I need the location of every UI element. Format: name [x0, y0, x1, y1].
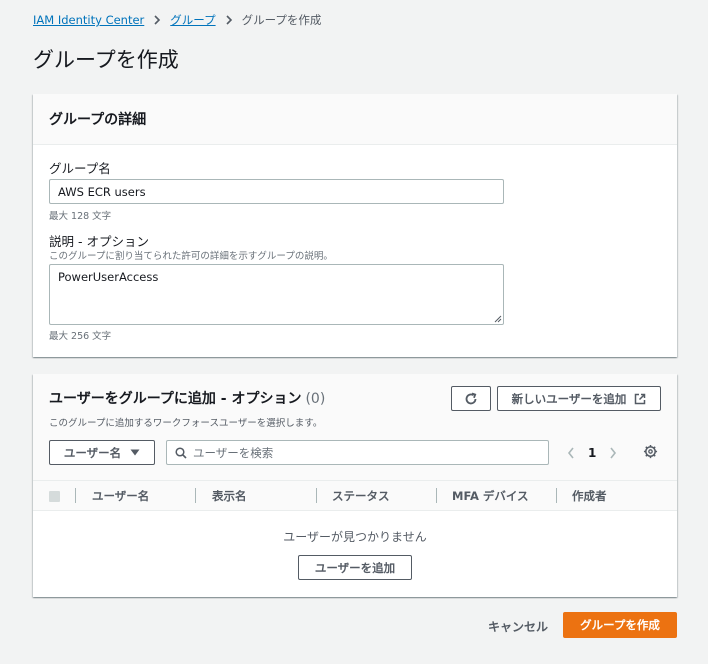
breadcrumb-link-groups[interactable]: グループ — [170, 12, 215, 28]
add-user-button[interactable]: ユーザーを追加 — [298, 555, 412, 580]
column-divider — [436, 488, 437, 503]
column-header-created-by[interactable]: 作成者 — [572, 481, 607, 510]
filter-property-label: ユーザー名 — [63, 445, 122, 460]
description-value: PowerUserAccess — [58, 270, 159, 284]
column-divider — [195, 488, 196, 503]
select-all-checkbox[interactable] — [49, 491, 60, 502]
refresh-icon — [465, 392, 477, 404]
group-details-panel: グループの詳細 グループ名 AWS ECR users 最大 128 文字 説明… — [33, 94, 677, 357]
breadcrumb: IAM Identity Center グループ グループを作成 — [33, 12, 321, 28]
add-users-description: このグループに追加するワークフォースユーザーを選択します。 — [49, 418, 323, 429]
chevron-right-icon[interactable] — [609, 447, 617, 459]
column-header-display-name[interactable]: 表示名 — [212, 481, 247, 510]
column-divider — [316, 488, 317, 503]
breadcrumb-link-identity-center[interactable]: IAM Identity Center — [33, 13, 144, 27]
group-name-constraint: 最大 128 文字 — [49, 211, 112, 222]
caret-down-icon — [130, 449, 140, 456]
add-users-panel: ユーザーをグループに追加 - オプション (0) このグループに追加するワークフォ… — [33, 374, 677, 597]
column-header-mfa-devices[interactable]: MFA デバイス — [452, 481, 529, 510]
chevron-right-icon — [225, 15, 233, 25]
cancel-button[interactable]: キャンセル — [488, 618, 548, 635]
empty-table-message: ユーザーが見つかりません — [283, 530, 427, 544]
add-users-title-text: ユーザーをグループに追加 - オプション — [49, 391, 302, 407]
user-search-input[interactable]: ユーザーを検索 — [166, 440, 549, 465]
group-name-input[interactable]: AWS ECR users — [49, 179, 504, 204]
gear-icon[interactable] — [643, 444, 658, 459]
chevron-left-icon[interactable] — [567, 447, 575, 459]
filter-property-select[interactable]: ユーザー名 — [49, 440, 155, 465]
page-title: グループを作成 — [33, 48, 179, 72]
new-user-button[interactable]: 新しいユーザーを追加 — [497, 386, 661, 411]
column-divider — [556, 488, 557, 503]
description-hint: このグループに割り当てられた許可の詳細を示すグループの説明。 — [49, 251, 333, 262]
column-header-username[interactable]: ユーザー名 — [92, 481, 149, 510]
group-details-header: グループの詳細 — [33, 94, 677, 145]
refresh-button[interactable] — [451, 386, 491, 411]
create-group-button[interactable]: グループを作成 — [563, 612, 677, 638]
chevron-right-icon — [153, 15, 161, 25]
resize-grip-icon[interactable] — [494, 315, 502, 323]
breadcrumb-current: グループを作成 — [241, 13, 322, 27]
description-constraint: 最大 256 文字 — [49, 331, 112, 342]
new-user-button-label: 新しいユーザーを追加 — [511, 391, 627, 406]
pagination: 1 — [567, 440, 617, 465]
description-textarea[interactable]: PowerUserAccess — [49, 264, 504, 325]
table-header: ユーザー名 表示名 ステータス MFA デバイス 作成者 — [33, 480, 677, 511]
user-count: (0) — [305, 391, 326, 407]
column-header-status[interactable]: ステータス — [332, 481, 390, 510]
search-placeholder: ユーザーを検索 — [193, 445, 274, 460]
external-link-icon — [635, 393, 646, 404]
group-name-label: グループ名 — [49, 161, 111, 176]
add-users-title: ユーザーをグループに追加 - オプション (0) — [49, 388, 325, 408]
column-divider — [75, 488, 76, 503]
search-icon — [175, 446, 187, 459]
current-page[interactable]: 1 — [588, 446, 596, 460]
